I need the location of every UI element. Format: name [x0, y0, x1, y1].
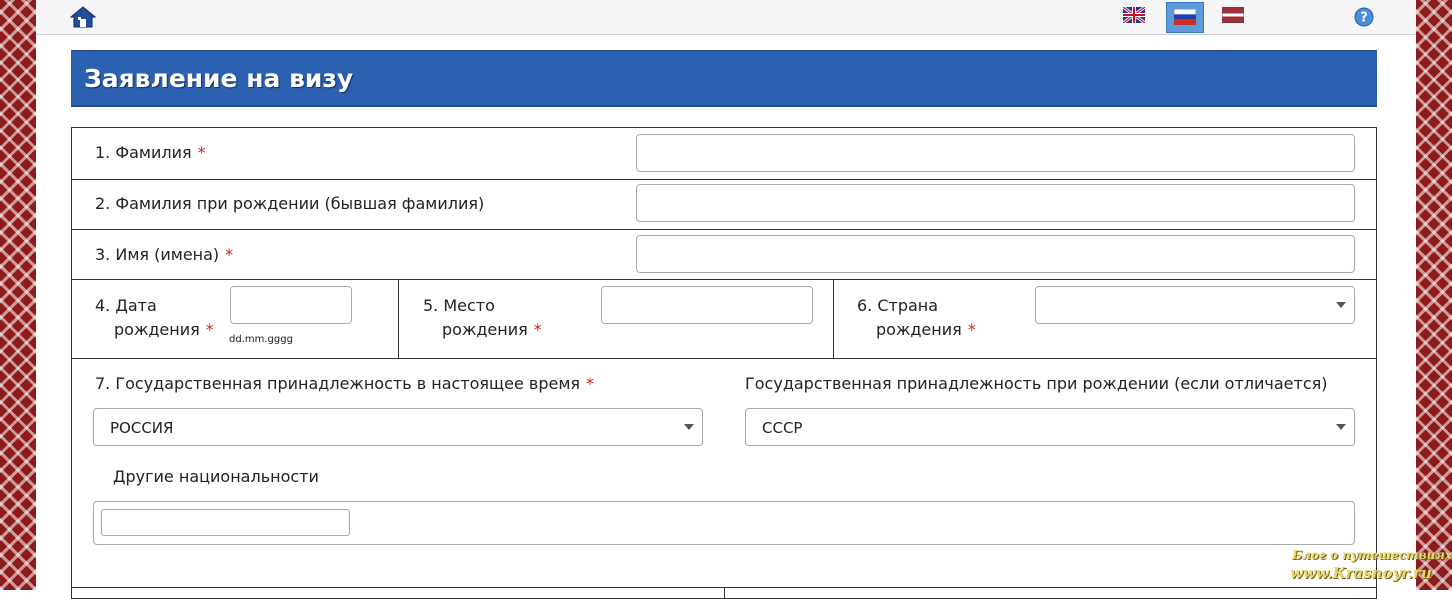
chevron-down-icon	[1336, 302, 1346, 308]
required-marker: *	[533, 320, 542, 339]
form-row-first-names: 3. Имя (имена) *	[72, 229, 1376, 280]
russia-flag-icon	[1174, 9, 1196, 25]
birth-country-label-text: рождения	[876, 320, 962, 339]
birth-date-format-hint: dd.mm.gggg	[229, 334, 293, 345]
form-row-surname: 1. Фамилия *	[72, 128, 1376, 180]
uk-flag-icon[interactable]	[1123, 7, 1145, 23]
birth-date-input[interactable]	[230, 286, 352, 324]
required-marker: *	[197, 143, 206, 162]
surname-at-birth-label: 2. Фамилия при рождении (бывшая фамилия)	[95, 194, 485, 213]
surname-label: 1. Фамилия *	[95, 141, 206, 165]
birth-place-label-line1: 5. Место	[423, 296, 495, 315]
watermark-line1: Блог о путешествиях	[1292, 548, 1452, 562]
nationality-at-birth-select[interactable]: СССР	[745, 408, 1355, 446]
page-title: Заявление на визу	[84, 64, 354, 93]
birth-date-label-line1: 4. Дата	[95, 296, 157, 315]
birth-place-label-text: рождения	[442, 320, 528, 339]
nationality-at-birth-label: Государственная принадлежность при рожде…	[745, 374, 1328, 393]
visa-application-form: 1. Фамилия * 2. Фамилия при рождении (быв…	[71, 127, 1377, 599]
language-ru-button[interactable]	[1166, 2, 1204, 33]
decorative-border-right	[1416, 0, 1452, 590]
birth-date-label-line2: рождения *	[114, 318, 214, 342]
birth-country-label-line2: рождения *	[876, 318, 976, 342]
birth-country-select[interactable]	[1035, 286, 1355, 324]
top-bar: ?	[36, 0, 1416, 35]
home-icon[interactable]	[70, 6, 96, 28]
first-names-input[interactable]	[636, 235, 1355, 273]
column-divider	[833, 279, 834, 358]
watermark: Блог о путешествиях www.Krasnoyr.ru	[1290, 548, 1452, 588]
birth-country-label-line1: 6. Страна	[857, 296, 939, 315]
required-marker: *	[205, 320, 214, 339]
svg-text:?: ?	[1360, 11, 1368, 26]
form-row-surname-at-birth: 2. Фамилия при рождении (бывшая фамилия)	[72, 179, 1376, 230]
required-marker: *	[586, 374, 595, 393]
chevron-down-icon	[684, 424, 694, 430]
required-marker: *	[225, 245, 234, 264]
column-divider	[724, 587, 725, 598]
current-nationality-label-text: 7. Государственная принадлежность в наст…	[95, 374, 581, 393]
birth-place-label-line2: рождения *	[442, 318, 542, 342]
first-names-label: 3. Имя (имена) *	[95, 243, 233, 267]
other-nationalities-container	[93, 501, 1355, 545]
current-nationality-label: 7. Государственная принадлежность в наст…	[95, 372, 594, 396]
column-divider	[398, 279, 399, 358]
birth-place-input[interactable]	[601, 286, 813, 324]
first-names-label-text: 3. Имя (имена)	[95, 245, 220, 264]
surname-input[interactable]	[636, 134, 1355, 172]
form-row-birth-details: 4. Дата рождения * dd.mm.gggg 5. Место ро…	[72, 279, 1376, 359]
surname-at-birth-input[interactable]	[636, 184, 1355, 222]
chevron-down-icon	[1336, 424, 1346, 430]
page: ? Заявление на визу 1. Фамилия * 2. Фамил…	[36, 0, 1416, 599]
page-header: Заявление на визу	[71, 50, 1377, 107]
watermark-line2: www.Krasnoyr.ru	[1290, 564, 1432, 582]
nationality-at-birth-value: СССР	[762, 419, 803, 437]
decorative-border-left	[0, 0, 36, 590]
other-nationalities-input[interactable]	[101, 509, 350, 536]
current-nationality-select[interactable]: РОССИЯ	[93, 408, 703, 446]
latvia-flag-icon[interactable]	[1222, 7, 1244, 23]
birth-date-label-text: рождения	[114, 320, 200, 339]
help-icon[interactable]: ?	[1354, 7, 1374, 27]
other-nationalities-label: Другие национальности	[113, 467, 319, 486]
surname-label-text: 1. Фамилия	[95, 143, 192, 162]
current-nationality-value: РОССИЯ	[110, 419, 174, 437]
required-marker: *	[967, 320, 976, 339]
